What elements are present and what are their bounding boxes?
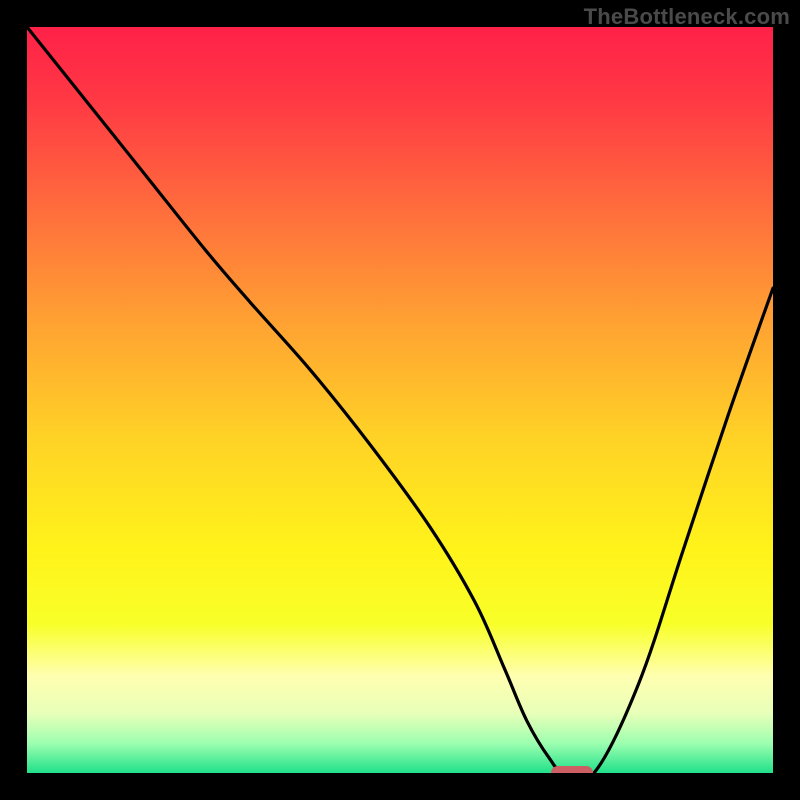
chart-container: TheBottleneck.com <box>0 0 800 800</box>
gradient-background <box>27 27 773 773</box>
chart-svg <box>27 27 773 773</box>
trough-marker <box>551 766 593 773</box>
plot-area <box>27 27 773 773</box>
